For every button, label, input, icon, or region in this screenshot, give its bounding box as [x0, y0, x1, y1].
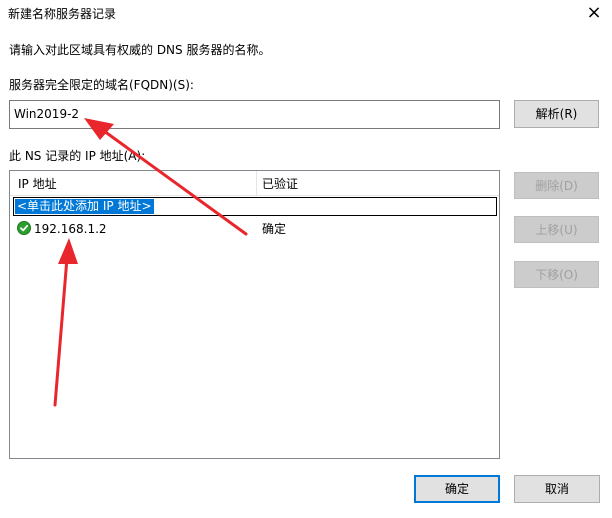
add-ip-placeholder[interactable]: <单击此处添加 IP 地址>: [15, 199, 154, 214]
delete-button[interactable]: 删除(D): [514, 172, 599, 199]
title-bar: 新建名称服务器记录 ×: [0, 0, 612, 30]
instruction-text: 请输入对此区域具有权威的 DNS 服务器的名称。: [9, 43, 271, 57]
table-row[interactable]: 192.168.1.2 确定: [10, 219, 499, 239]
fqdn-label: 服务器完全限定的域名(FQDN)(S):: [9, 78, 194, 92]
move-up-button[interactable]: 上移(U): [514, 216, 599, 243]
close-icon[interactable]: ×: [580, 2, 608, 24]
ip-list-label: 此 NS 记录的 IP 地址(A):: [9, 149, 146, 163]
fqdn-input[interactable]: Win2019-2: [9, 100, 500, 129]
row-verified-status: 确定: [262, 222, 287, 236]
list-header: IP 地址 已验证: [10, 171, 499, 196]
ok-button[interactable]: 确定: [414, 475, 500, 503]
column-divider[interactable]: [256, 171, 257, 196]
column-header-ip[interactable]: IP 地址: [18, 176, 57, 192]
check-circle-icon: [17, 221, 31, 235]
column-header-verified[interactable]: 已验证: [262, 176, 298, 192]
window-title: 新建名称服务器记录: [8, 7, 117, 21]
ip-address-list[interactable]: IP 地址 已验证 <单击此处添加 IP 地址> 192.168.1.2 确定: [9, 170, 500, 459]
resolve-button[interactable]: 解析(R): [514, 100, 599, 128]
move-down-button[interactable]: 下移(O): [514, 261, 599, 288]
add-ip-entry[interactable]: <单击此处添加 IP 地址>: [13, 197, 497, 216]
cancel-button[interactable]: 取消: [514, 475, 600, 503]
row-ip-address: 192.168.1.2: [34, 222, 107, 236]
